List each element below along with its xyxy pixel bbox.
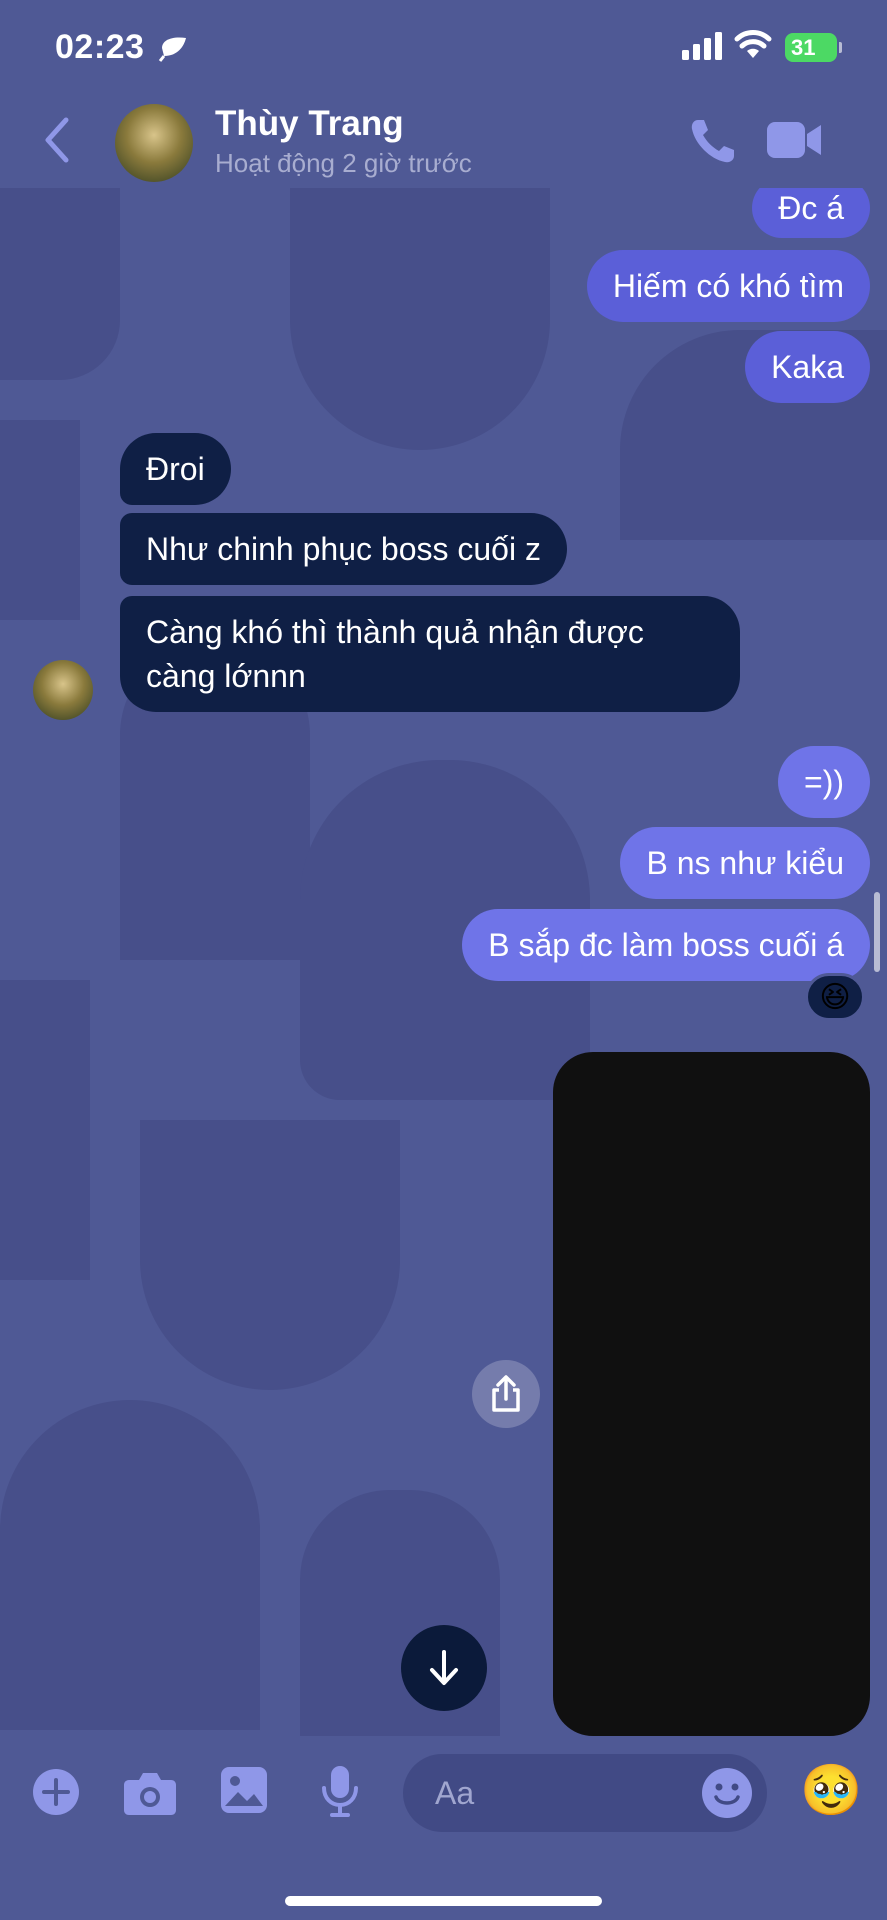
chevron-left-icon[interactable] xyxy=(40,116,74,164)
message-list: Đc á Hiếm có khó tìm Kaka Đroi Như chinh… xyxy=(0,0,887,1920)
cellular-signal-icon xyxy=(682,32,722,60)
contact-name[interactable]: Thùy Trang xyxy=(215,104,404,144)
gallery-icon[interactable] xyxy=(220,1766,268,1814)
share-icon xyxy=(492,1375,520,1412)
message-input-container xyxy=(403,1754,767,1832)
chat-header: Thùy Trang Hoạt động 2 giờ trước xyxy=(0,96,887,188)
plus-circle-icon[interactable] xyxy=(32,1768,80,1816)
focus-mode-icon xyxy=(158,37,186,62)
chat-screen: 02:23 31 Thùy Trang Hoạt động 2 giờ trướ… xyxy=(0,0,887,1920)
scroll-to-bottom-button[interactable] xyxy=(401,1625,487,1711)
contact-activity-status: Hoạt động 2 giờ trước xyxy=(215,148,472,178)
status-bar: 02:23 31 xyxy=(0,0,887,96)
media-attachment[interactable] xyxy=(553,1052,870,1736)
laughing-emoji-icon: 😆 xyxy=(819,980,851,1014)
message-input[interactable] xyxy=(435,1754,675,1832)
message-composer: 🥹 xyxy=(0,1736,887,1920)
sender-avatar[interactable] xyxy=(33,660,93,720)
incoming-message[interactable]: Như chinh phục boss cuối z xyxy=(120,513,567,585)
microphone-icon[interactable] xyxy=(320,1764,360,1818)
outgoing-message[interactable]: Hiếm có khó tìm xyxy=(586,250,870,322)
status-time: 02:23 xyxy=(55,28,145,66)
contact-avatar[interactable] xyxy=(115,104,193,182)
video-camera-icon[interactable] xyxy=(765,120,823,160)
scrollbar[interactable] xyxy=(874,892,880,972)
wifi-icon xyxy=(734,30,772,58)
outgoing-message[interactable]: =)) xyxy=(778,746,870,818)
battery-level: 31 xyxy=(791,35,816,60)
outgoing-message[interactable]: Kaka xyxy=(745,331,870,403)
incoming-message[interactable]: Càng khó thì thành quả nhận được càng lớ… xyxy=(120,596,740,712)
smiley-icon[interactable] xyxy=(701,1767,753,1819)
outgoing-message[interactable]: B sắp đc làm boss cuối á xyxy=(462,909,870,981)
battery-indicator: 31 xyxy=(785,33,842,62)
phone-icon[interactable] xyxy=(688,116,738,166)
message-reaction[interactable]: 😆 xyxy=(805,973,865,1021)
share-button[interactable] xyxy=(472,1360,540,1428)
camera-icon[interactable] xyxy=(123,1770,177,1816)
outgoing-message[interactable]: B ns như kiểu xyxy=(620,827,870,899)
arrow-down-icon xyxy=(430,1650,458,1685)
incoming-message[interactable]: Đroi xyxy=(120,433,231,505)
home-indicator xyxy=(285,1896,602,1906)
quick-emoji-button[interactable]: 🥹 xyxy=(800,1760,862,1820)
